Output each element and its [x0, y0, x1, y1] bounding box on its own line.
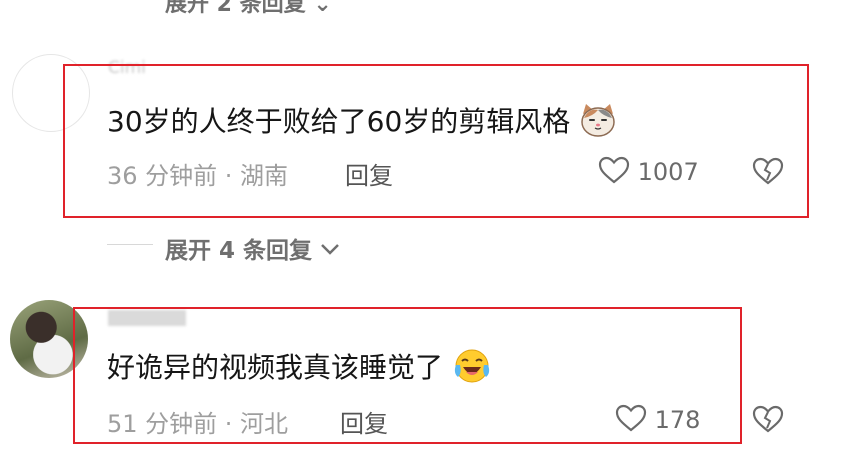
dislike-button[interactable] [752, 156, 784, 190]
broken-heart-icon [752, 405, 784, 433]
comment-text: 好诡异的视频我真该睡觉了 [107, 346, 492, 392]
expand-replies-top[interactable]: 展开 2 条回复 ⌄ [165, 0, 332, 18]
divider [107, 244, 153, 245]
reply-button[interactable]: 回复 [340, 404, 388, 439]
broken-heart-icon [752, 157, 784, 185]
expand-replies-button[interactable]: 展开 4 条回复 [165, 231, 340, 265]
heart-icon [598, 156, 630, 184]
comment-meta: 36 分钟前 · 湖南 [107, 162, 289, 190]
like-count: 178 [654, 406, 701, 434]
comment-meta: 51 分钟前 · 河北 [107, 410, 289, 438]
chevron-down-icon [321, 244, 339, 255]
heart-icon [615, 404, 647, 432]
comment-text-content: 30岁的人终于败给了60岁的剪辑风格 [107, 105, 571, 138]
expand-replies-top-label: 展开 2 条回复 [165, 0, 306, 17]
comment-text-content: 好诡异的视频我真该睡觉了 [107, 351, 444, 384]
like-button[interactable]: 1007 [598, 156, 699, 186]
cat-face-emoji [579, 102, 617, 145]
like-button[interactable]: 178 [615, 404, 700, 434]
chevron-down-icon: ⌄ [313, 0, 332, 17]
dislike-button[interactable] [752, 404, 784, 438]
like-count: 1007 [637, 158, 699, 186]
reply-button[interactable]: 回复 [345, 156, 393, 191]
expand-replies-label: 展开 4 条回复 [165, 238, 313, 264]
laughing-crying-emoji [452, 347, 492, 392]
comment-text: 30岁的人终于败给了60岁的剪辑风格 [107, 100, 617, 145]
